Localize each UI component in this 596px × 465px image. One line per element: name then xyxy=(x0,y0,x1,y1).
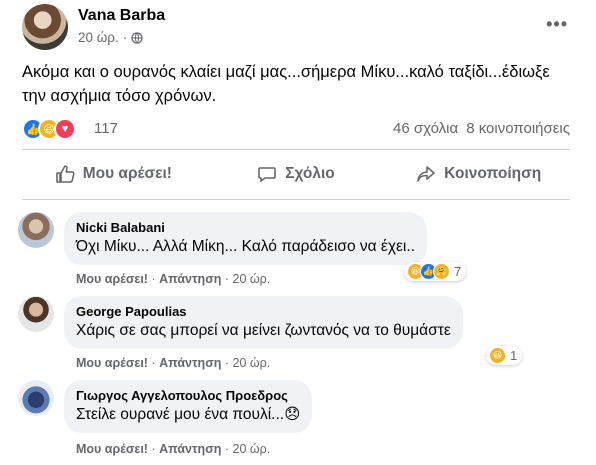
comment-footer: Μου αρέσει! · Απάντηση · 20 ώρ. xyxy=(76,442,271,456)
post-text: Ακόμα και ο ουρανός κλαίει μαζί μας...σή… xyxy=(22,63,550,105)
comment-reactions[interactable]: 😆 1 xyxy=(486,346,523,365)
comment-item: George Papoulias Χάρις σε σας μπορεί να … xyxy=(18,296,578,376)
share-button-label: Κοινοποίηση xyxy=(444,165,542,182)
comment-button-label: Σχόλιο xyxy=(285,165,335,182)
comment-button[interactable]: Σχόλιο xyxy=(205,152,388,196)
love-reaction-icon: ♥ xyxy=(54,118,76,140)
globe-icon xyxy=(131,31,143,44)
comment-item: Nicki Balabani Όχι Μίκυ... Αλλά Μίκη... … xyxy=(18,212,578,292)
post-meta: 20 ώρ. · xyxy=(78,30,143,45)
divider xyxy=(22,199,570,200)
comment-reaction-count: 7 xyxy=(454,264,462,279)
like-button[interactable]: Μου αρέσει! xyxy=(22,152,205,196)
reaction-icons[interactable]: 👍 😆 ♥ xyxy=(22,118,76,140)
comment-like-link[interactable]: Μου αρέσει! xyxy=(76,272,148,286)
divider xyxy=(22,149,570,150)
comment-text: Όχι Μίκυ... Αλλά Μίκη... Καλό παράδεισο … xyxy=(76,238,415,255)
comment-like-link[interactable]: Μου αρέσει! xyxy=(76,442,148,456)
comment-reply-link[interactable]: Απάντηση xyxy=(159,356,221,370)
haha-reaction-icon: 😆 xyxy=(489,347,506,364)
share-icon xyxy=(417,166,435,182)
reactions-bar: 👍 😆 ♥ 117 46 σχόλια 8 κοινοποιήσεις xyxy=(22,117,570,141)
comment-reply-link[interactable]: Απάντηση xyxy=(159,442,221,456)
commenter-name[interactable]: Nicki Balabani xyxy=(76,219,415,236)
avatar[interactable] xyxy=(18,380,54,416)
commenter-name[interactable]: George Papoulias xyxy=(76,303,451,320)
comment-time[interactable]: 20 ώρ. xyxy=(233,356,271,370)
comment-item: Γιωργος Αγγελοπουλος Προεδρος Στείλε ουρ… xyxy=(18,380,578,462)
author-avatar[interactable] xyxy=(22,4,68,50)
like-button-label: Μου αρέσει! xyxy=(82,165,172,182)
post-actions: Μου αρέσει! Σχόλιο Κοινοποίηση xyxy=(22,152,570,196)
share-button[interactable]: Κοινοποίηση xyxy=(387,152,570,196)
comment-bubble: Γιωργος Αγγελοπουλος Προεδρος Στείλε ουρ… xyxy=(64,380,313,433)
comment-footer: Μου αρέσει! · Απάντηση · 20 ώρ. xyxy=(76,356,271,370)
comments-count[interactable]: 46 σχόλια xyxy=(393,120,458,137)
comment-time[interactable]: 20 ώρ. xyxy=(233,442,271,456)
comment-footer: Μου αρέσει! · Απάντηση · 20 ώρ. xyxy=(76,272,271,286)
comment-bubble: George Papoulias Χάρις σε σας μπορεί να … xyxy=(64,296,463,349)
comment-reaction-count: 1 xyxy=(510,348,518,363)
avatar[interactable] xyxy=(18,212,54,248)
comment-time[interactable]: 20 ώρ. xyxy=(233,272,271,286)
avatar[interactable] xyxy=(18,296,54,332)
post-header: Vana Barba 20 ώρ. · ••• xyxy=(22,4,582,52)
post-time[interactable]: 20 ώρ. xyxy=(78,30,119,45)
comment-like-link[interactable]: Μου αρέσει! xyxy=(76,356,148,370)
comment-bubble: Nicki Balabani Όχι Μίκυ... Αλλά Μίκη... … xyxy=(64,212,427,265)
comment-share-count: 46 σχόλια 8 κοινοποιήσεις xyxy=(393,120,570,137)
reaction-count[interactable]: 117 xyxy=(94,120,118,137)
commenter-name[interactable]: Γιωργος Αγγελοπουλος Προεδρος xyxy=(76,387,300,404)
care-reaction-icon: 🤗 xyxy=(433,263,450,280)
like-icon xyxy=(55,165,75,183)
comment-icon xyxy=(258,167,277,182)
comment-text: Χάρις σε σας μπορεί να μείνει ζωντανός ν… xyxy=(76,322,451,339)
comment-reply-link[interactable]: Απάντηση xyxy=(159,272,221,286)
more-icon[interactable]: ••• xyxy=(546,14,568,35)
comment-reactions[interactable]: 😆 👍 🤗 7 xyxy=(404,262,467,281)
shares-count[interactable]: 8 κοινοποιήσεις xyxy=(466,120,570,137)
comment-text: Στείλε ουρανέ μου ένα πουλί...😞 xyxy=(76,406,301,423)
author-name[interactable]: Vana Barba xyxy=(78,7,165,25)
